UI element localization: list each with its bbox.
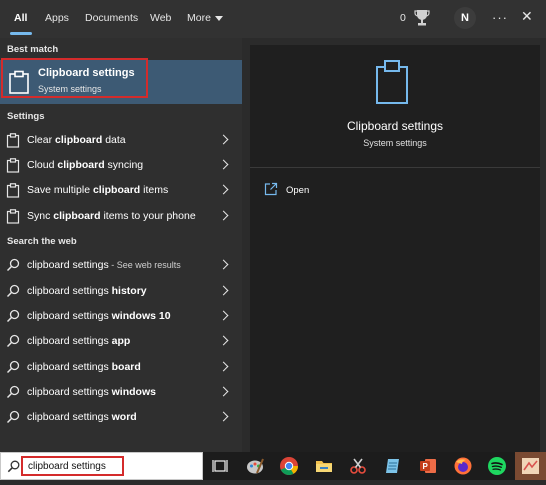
results-list: Best match Clipboard settings System set… (0, 38, 242, 452)
settings-item-label: Cloud clipboard syncing (27, 159, 144, 171)
chevron-right-icon (218, 335, 229, 346)
best-match-title: Clipboard settings (38, 67, 135, 79)
preview-title: Clipboard settings (346, 119, 444, 133)
clipboard-icon (6, 209, 20, 229)
open-label: Open (286, 185, 310, 196)
clipboard-icon (6, 133, 20, 153)
settings-item-clear-clipboard-data[interactable]: Clear clipboard data (0, 128, 242, 153)
web-result-item[interactable]: clipboard settings word (0, 405, 242, 430)
clipboard-icon (6, 158, 20, 178)
web-result-label: clipboard settings board (27, 361, 141, 373)
tab-more[interactable]: More (187, 12, 223, 24)
chevron-right-icon (218, 159, 229, 170)
web-result-label: clipboard settings word (27, 411, 137, 423)
tab-apps[interactable]: Apps (45, 12, 69, 24)
paint-icon[interactable] (245, 456, 265, 476)
chrome-icon[interactable] (279, 456, 299, 476)
web-result-label: clipboard settings windows (27, 386, 156, 398)
powerpoint-icon[interactable]: P (418, 456, 438, 476)
web-result-item[interactable]: clipboard settings history (0, 279, 242, 304)
search-icon (6, 385, 20, 404)
snipping-tool-icon[interactable] (348, 456, 368, 476)
search-the-web-heading: Search the web (7, 236, 77, 247)
more-icon[interactable]: ··· (492, 10, 508, 25)
search-icon (7, 460, 20, 478)
settings-item-label: Sync clipboard items to your phone (27, 210, 196, 222)
settings-item-cloud-clipboard-syncing[interactable]: Cloud clipboard syncing (0, 153, 242, 178)
chevron-down-icon (214, 15, 223, 21)
web-result-item[interactable]: clipboard settings - See web results (0, 253, 242, 278)
web-result-item[interactable]: clipboard settings app (0, 329, 242, 354)
app-icon[interactable] (515, 452, 546, 480)
chevron-right-icon (218, 134, 229, 145)
web-result-label: clipboard settings windows 10 (27, 310, 171, 322)
trophy-icon[interactable] (414, 8, 430, 33)
chevron-right-icon (218, 210, 229, 221)
search-input[interactable] (21, 456, 124, 476)
preview-pane: Clipboard settings System settings Open (250, 45, 540, 452)
web-result-item[interactable]: clipboard settings windows (0, 380, 242, 405)
chevron-right-icon (218, 184, 229, 195)
web-result-label: clipboard settings - See web results (27, 259, 181, 271)
firefox-icon[interactable] (453, 456, 473, 476)
clipboard-icon (6, 183, 20, 203)
open-icon (264, 182, 278, 201)
clipboard-icon (374, 59, 410, 110)
search-icon (6, 284, 20, 303)
svg-text:P: P (423, 462, 429, 471)
search-icon (6, 410, 20, 429)
avatar[interactable]: N (454, 7, 476, 29)
settings-heading: Settings (7, 111, 45, 122)
chevron-right-icon (218, 310, 229, 321)
chevron-right-icon (218, 411, 229, 422)
search-icon (6, 309, 20, 328)
settings-item-label: Save multiple clipboard items (27, 184, 169, 196)
search-icon (6, 360, 20, 379)
chevron-right-icon (218, 285, 229, 296)
web-result-label: clipboard settings app (27, 335, 131, 347)
settings-item-label: Clear clipboard data (27, 134, 126, 146)
rewards-points: 0 (400, 12, 406, 24)
taskbar: P (0, 452, 546, 480)
tab-documents[interactable]: Documents (85, 12, 138, 24)
clipboard-icon (8, 70, 30, 99)
settings-item-save-multiple-clipboard-items[interactable]: Save multiple clipboard items (0, 178, 242, 203)
chevron-right-icon (218, 361, 229, 372)
spotify-icon[interactable] (487, 456, 507, 476)
divider (250, 167, 540, 168)
web-result-item[interactable]: clipboard settings board (0, 355, 242, 380)
taskbar-search-box[interactable] (0, 452, 203, 480)
best-match-subtitle: System settings (38, 84, 102, 94)
best-match-heading: Best match (7, 44, 59, 55)
settings-item-sync-clipboard-items[interactable]: Sync clipboard items to your phone (0, 204, 242, 229)
close-icon[interactable]: ✕ (521, 8, 533, 25)
preview-subtitle: System settings (363, 138, 427, 148)
chevron-right-icon (218, 386, 229, 397)
search-scope-tabs: All Apps Documents Web More 0 N ··· ✕ (0, 0, 546, 38)
tab-more-label: More (187, 12, 211, 24)
search-icon (6, 258, 20, 277)
file-explorer-icon[interactable] (314, 456, 334, 476)
open-action[interactable]: Open (264, 182, 364, 200)
active-tab-indicator (10, 32, 32, 35)
task-view-icon[interactable] (210, 456, 230, 476)
search-icon (6, 334, 20, 353)
tab-all[interactable]: All (14, 12, 27, 24)
chevron-right-icon (218, 259, 229, 270)
tab-web[interactable]: Web (150, 12, 171, 24)
notepad-icon[interactable] (383, 456, 403, 476)
web-result-item[interactable]: clipboard settings windows 10 (0, 304, 242, 329)
web-result-label: clipboard settings history (27, 285, 147, 297)
